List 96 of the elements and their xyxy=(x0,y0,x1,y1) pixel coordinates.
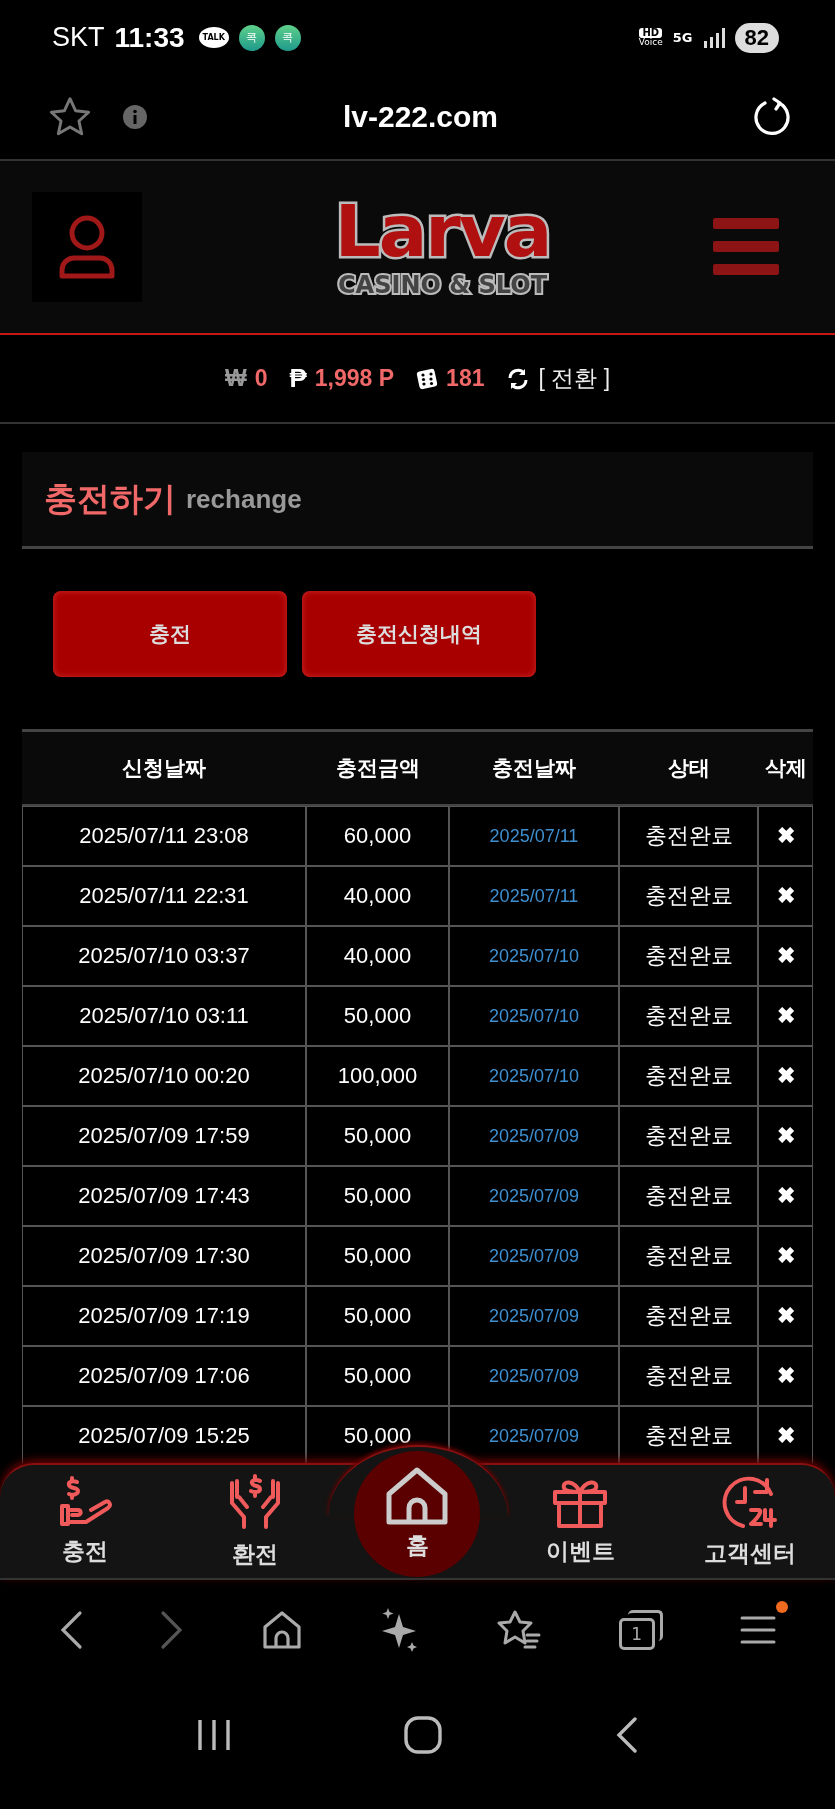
table-cell: 2025/07/09 xyxy=(449,1226,619,1286)
bookmarks-icon[interactable] xyxy=(497,1609,542,1651)
delete-button[interactable]: ✖ xyxy=(776,1363,795,1389)
table-cell: 충전완료 xyxy=(619,1226,758,1286)
delete-button[interactable]: ✖ xyxy=(776,883,795,909)
table-cell: 2025/07/09 xyxy=(449,1106,619,1166)
delete-button[interactable]: ✖ xyxy=(776,1303,795,1329)
table-cell: 40,000 xyxy=(306,866,449,926)
table-cell: 충전완료 xyxy=(619,1286,758,1346)
delete-button[interactable]: ✖ xyxy=(776,1003,795,1029)
carrier: SKT xyxy=(52,22,105,53)
signal-icon xyxy=(702,26,725,49)
network-icon: 5G xyxy=(672,30,693,45)
user-button[interactable] xyxy=(32,192,142,302)
url-text[interactable]: lv-222.com xyxy=(118,100,723,134)
table-cell: 2025/07/11 xyxy=(449,806,619,866)
table-cell: 50,000 xyxy=(306,1346,449,1406)
home-icon[interactable] xyxy=(261,1610,302,1650)
table-cell: 충전완료 xyxy=(619,986,758,1046)
section-subtitle: rechange xyxy=(186,483,302,515)
table-cell: 2025/07/09 17:30 xyxy=(22,1226,306,1286)
logo-wordmark: Larva xyxy=(334,195,551,267)
nav-item[interactable]: 고객센터 xyxy=(680,1474,821,1569)
table-cell: 2025/07/10 03:37 xyxy=(22,926,306,986)
info-icon[interactable] xyxy=(122,104,148,130)
back-icon[interactable] xyxy=(614,1716,639,1753)
point-balance: 1,998 P xyxy=(314,365,395,392)
table-cell: 충전완료 xyxy=(619,1166,758,1226)
battery-indicator: 82 xyxy=(734,22,779,53)
user-icon xyxy=(58,214,116,280)
logo-tagline: CASINO & SLOT xyxy=(338,271,547,299)
recent-apps-icon[interactable] xyxy=(196,1717,233,1752)
table-cell: 50,000 xyxy=(306,1166,449,1226)
table-cell: 2025/07/11 23:08 xyxy=(22,806,306,866)
delete-button[interactable]: ✖ xyxy=(776,1243,795,1269)
table-cell: 2025/07/09 xyxy=(449,1346,619,1406)
table-cell: 2025/07/09 17:06 xyxy=(22,1346,306,1406)
cash-balance: 0 xyxy=(254,365,268,392)
column-header: 충전금액 xyxy=(334,755,421,782)
convert-link[interactable]: [ 전환 ] xyxy=(538,363,611,394)
won-sign: ₩ xyxy=(224,365,247,392)
table-cell: 충전완료 xyxy=(619,926,758,986)
column-header: 충전날짜 xyxy=(491,755,577,782)
table-cell: 충전완료 xyxy=(619,1346,758,1406)
column-header: 신청날짜 xyxy=(121,755,207,782)
nav-item[interactable]: 환전 xyxy=(184,1473,325,1570)
nav-item[interactable]: 충전 xyxy=(14,1476,155,1567)
app-notification-icon: 콕 xyxy=(238,24,265,51)
delete-button[interactable]: ✖ xyxy=(776,1063,795,1089)
clock-24-icon xyxy=(721,1474,780,1530)
table-cell: 40,000 xyxy=(306,926,449,986)
delete-button[interactable]: ✖ xyxy=(776,1183,795,1209)
table-cell: 충전완료 xyxy=(619,1106,758,1166)
table-cell: 충전완료 xyxy=(619,1046,758,1106)
tab-button[interactable]: 충전신청내역 xyxy=(302,591,536,677)
table-cell: 50,000 xyxy=(306,1106,449,1166)
nav-item[interactable]: 홈 xyxy=(354,1450,481,1577)
home-icon xyxy=(385,1466,450,1526)
tab-button[interactable]: 충전 xyxy=(53,591,287,677)
table-cell: 2025/07/09 xyxy=(449,1286,619,1346)
back-icon[interactable] xyxy=(58,1610,83,1650)
clock: 11:33 xyxy=(114,21,185,54)
table-cell: 2025/07/10 00:20 xyxy=(22,1046,306,1106)
chip-balance: 181 xyxy=(446,365,485,392)
star-icon[interactable] xyxy=(48,96,92,138)
table-cell: 2025/07/09 17:19 xyxy=(22,1286,306,1346)
table-cell: 2025/07/10 xyxy=(449,926,619,986)
reload-icon[interactable] xyxy=(753,97,793,137)
delete-button[interactable]: ✖ xyxy=(776,1123,795,1149)
table-cell: 60,000 xyxy=(306,806,449,866)
table-cell: 충전완료 xyxy=(619,806,758,866)
app-notification-icon: 콕 xyxy=(274,24,301,51)
table-cell: 2025/07/09 17:43 xyxy=(22,1166,306,1226)
delete-button[interactable]: ✖ xyxy=(776,823,795,849)
table-cell: 충전완료 xyxy=(619,866,758,926)
delete-button[interactable]: ✖ xyxy=(776,943,795,969)
table-cell: 2025/07/09 17:59 xyxy=(22,1106,306,1166)
table-cell: 2025/07/10 xyxy=(449,986,619,1046)
table-cell: 2025/07/10 xyxy=(449,1046,619,1106)
table-cell: 50,000 xyxy=(306,986,449,1046)
table-cell: 2025/07/09 xyxy=(449,1166,619,1226)
home-button-icon[interactable] xyxy=(404,1715,443,1754)
delete-button[interactable]: ✖ xyxy=(776,1423,795,1449)
point-sign: ₱ xyxy=(289,363,307,394)
table-cell: 2025/07/10 03:11 xyxy=(22,986,306,1046)
table-cell: 2025/07/11 22:31 xyxy=(22,866,306,926)
table-cell: 100,000 xyxy=(306,1046,449,1106)
column-header: 상태 xyxy=(666,755,711,782)
table-cell: 50,000 xyxy=(306,1226,449,1286)
dice-icon xyxy=(416,367,439,390)
talk-notification-icon: TALK xyxy=(198,27,229,48)
nav-item[interactable]: 이벤트 xyxy=(510,1476,651,1567)
column-header: 삭제 xyxy=(763,755,808,782)
table-cell: 50,000 xyxy=(306,1286,449,1346)
section-title: 충전하기 xyxy=(44,477,176,520)
table-cell: 2025/07/11 xyxy=(449,866,619,926)
